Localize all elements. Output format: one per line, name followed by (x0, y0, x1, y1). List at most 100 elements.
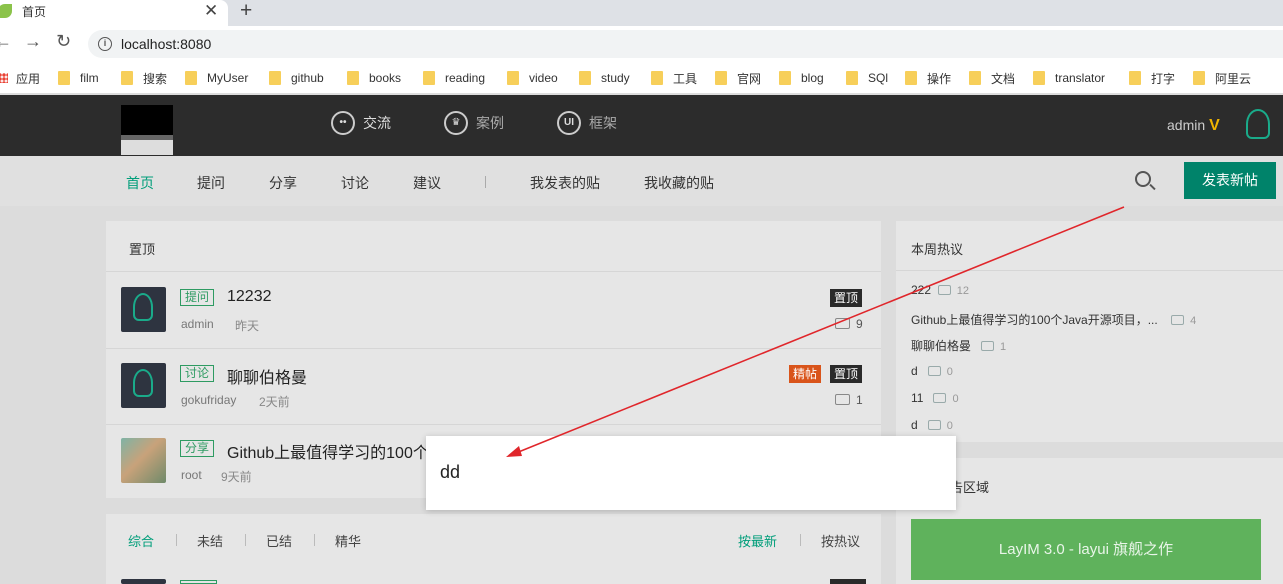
new-tab-icon[interactable]: + (240, 0, 252, 23)
nav-chat[interactable]: •• 交流 (331, 111, 391, 135)
bookmark-item[interactable]: github (269, 68, 324, 88)
post-title[interactable]: Github上最值得学习的100个 (227, 439, 429, 463)
avatar[interactable] (121, 438, 166, 483)
url-field[interactable]: i localhost:8080 (88, 30, 1283, 58)
user-name[interactable]: admin V (1167, 117, 1220, 135)
folder-icon (905, 71, 917, 85)
sort-hottest[interactable]: 按热议 (821, 531, 860, 550)
bookmark-item[interactable]: 工具 (651, 68, 697, 88)
post-tag: 分享 (180, 440, 215, 457)
bookmark-item[interactable]: SQl (846, 68, 888, 88)
filter-unsolved[interactable]: 未结 (197, 531, 223, 550)
post-time: 昨天 (235, 319, 260, 333)
user-avatar[interactable] (1246, 109, 1270, 139)
popup-message: dd (440, 462, 461, 482)
post-author[interactable]: gokufriday (181, 393, 236, 407)
ui-icon: UI (557, 111, 581, 135)
post-title[interactable]: 聊聊伯格曼 (227, 364, 307, 388)
comment-icon (933, 393, 947, 403)
bookmark-item[interactable]: reading (423, 68, 485, 88)
folder-icon (269, 71, 281, 85)
bookmark-apps[interactable]: 应用 (0, 68, 40, 88)
address-bar: ← → ↻ i localhost:8080 (0, 26, 1283, 62)
filter-divider (176, 534, 177, 546)
comment-count: 1 (835, 393, 863, 407)
chat-icon: •• (331, 111, 355, 135)
comment-icon (927, 420, 941, 430)
nav-cases[interactable]: ♛ 案例 (444, 111, 504, 135)
subnav-my-favorites[interactable]: 我收藏的贴 (644, 173, 714, 193)
hot-item[interactable]: d 0 (911, 364, 953, 378)
post-author[interactable]: root (181, 468, 202, 482)
post-time: 9天前 (221, 470, 252, 484)
filter-all[interactable]: 综合 (128, 531, 154, 550)
hot-title: 本周热议 (911, 242, 964, 257)
nav-framework[interactable]: UI 框架 (557, 111, 617, 135)
subnav-suggest[interactable]: 建议 (413, 173, 441, 193)
bookmark-item[interactable]: 官网 (715, 68, 761, 88)
hot-item[interactable]: 222 12 (911, 283, 969, 297)
bookmark-item[interactable]: MyUser (185, 68, 248, 88)
post-tag: 讨论 (180, 365, 215, 382)
new-post-button[interactable]: 发表新帖 (1184, 162, 1276, 199)
bookmark-item[interactable]: film (58, 68, 99, 88)
tab-title: 首页 (22, 5, 47, 19)
comment-icon (835, 394, 850, 405)
close-tab-icon[interactable]: ✕ (204, 1, 218, 21)
folder-icon (779, 71, 791, 85)
subnav-question[interactable]: 提问 (197, 173, 225, 193)
subnav-share[interactable]: 分享 (269, 173, 297, 193)
filter-solved[interactable]: 已结 (266, 531, 292, 550)
sort-newest[interactable]: 按最新 (738, 531, 777, 550)
subnav-my-posts[interactable]: 我发表的贴 (530, 173, 600, 193)
bookmark-item[interactable]: books (347, 68, 401, 88)
bookmark-item[interactable]: 操作 (905, 68, 951, 88)
divider (106, 271, 881, 272)
reload-icon[interactable]: ↻ (56, 31, 71, 52)
bookmark-item[interactable]: study (579, 68, 630, 88)
avatar-face-icon (133, 369, 153, 397)
hot-item[interactable]: 聊聊伯格曼 1 (911, 337, 1006, 354)
comment-icon (835, 318, 850, 329)
vip-icon: V (1209, 117, 1220, 134)
bookmark-item[interactable]: 搜索 (121, 68, 167, 88)
post-tag (180, 580, 217, 584)
avatar-face-icon (133, 293, 153, 321)
bookmark-item[interactable]: 阿里云 (1193, 68, 1251, 88)
hot-item[interactable]: d 0 (911, 418, 953, 432)
bookmark-item[interactable]: translator (1033, 68, 1105, 88)
post-title[interactable]: 12232 (227, 288, 272, 306)
bookmark-item[interactable]: video (507, 68, 558, 88)
avatar[interactable] (121, 287, 166, 332)
ad-banner-button[interactable]: LayIM 3.0 - layui 旗舰之作 (911, 519, 1261, 580)
bookmark-item[interactable]: 文档 (969, 68, 1015, 88)
hot-item[interactable]: 11 0 (911, 391, 959, 405)
search-icon[interactable] (1135, 171, 1151, 187)
browser-tab[interactable]: 首页 ✕ (0, 0, 228, 26)
info-icon[interactable]: i (98, 37, 112, 51)
site-logo[interactable] (121, 105, 173, 155)
pinned-badge: 置顶 (830, 289, 863, 307)
filter-divider (800, 534, 801, 546)
forward-icon[interactable]: → (24, 31, 42, 52)
pinned-badge: 置顶 (830, 365, 863, 383)
back-icon[interactable]: ← (0, 31, 12, 52)
folder-icon (121, 71, 133, 85)
subnav-discuss[interactable]: 讨论 (341, 173, 369, 193)
comment-icon (927, 366, 941, 376)
comment-icon (1171, 315, 1185, 325)
filter-divider (314, 534, 315, 546)
bookmark-item[interactable]: 打字 (1129, 68, 1175, 88)
folder-icon (651, 71, 663, 85)
filter-featured[interactable]: 精华 (335, 531, 361, 550)
subnav-home[interactable]: 首页 (126, 173, 154, 193)
hot-item[interactable]: Github上最值得学习的100个Java开源项目，... 4 (911, 311, 1196, 328)
folder-icon (423, 71, 435, 85)
pinned-title: 置顶 (129, 242, 156, 257)
comment-count: 9 (835, 317, 863, 331)
comment-icon (937, 285, 951, 295)
avatar[interactable] (121, 363, 166, 408)
post-author[interactable]: admin (181, 317, 214, 331)
bookmark-item[interactable]: blog (779, 68, 824, 88)
list-item: 提问 12232 admin 昨天 置顶 9 (106, 273, 881, 349)
